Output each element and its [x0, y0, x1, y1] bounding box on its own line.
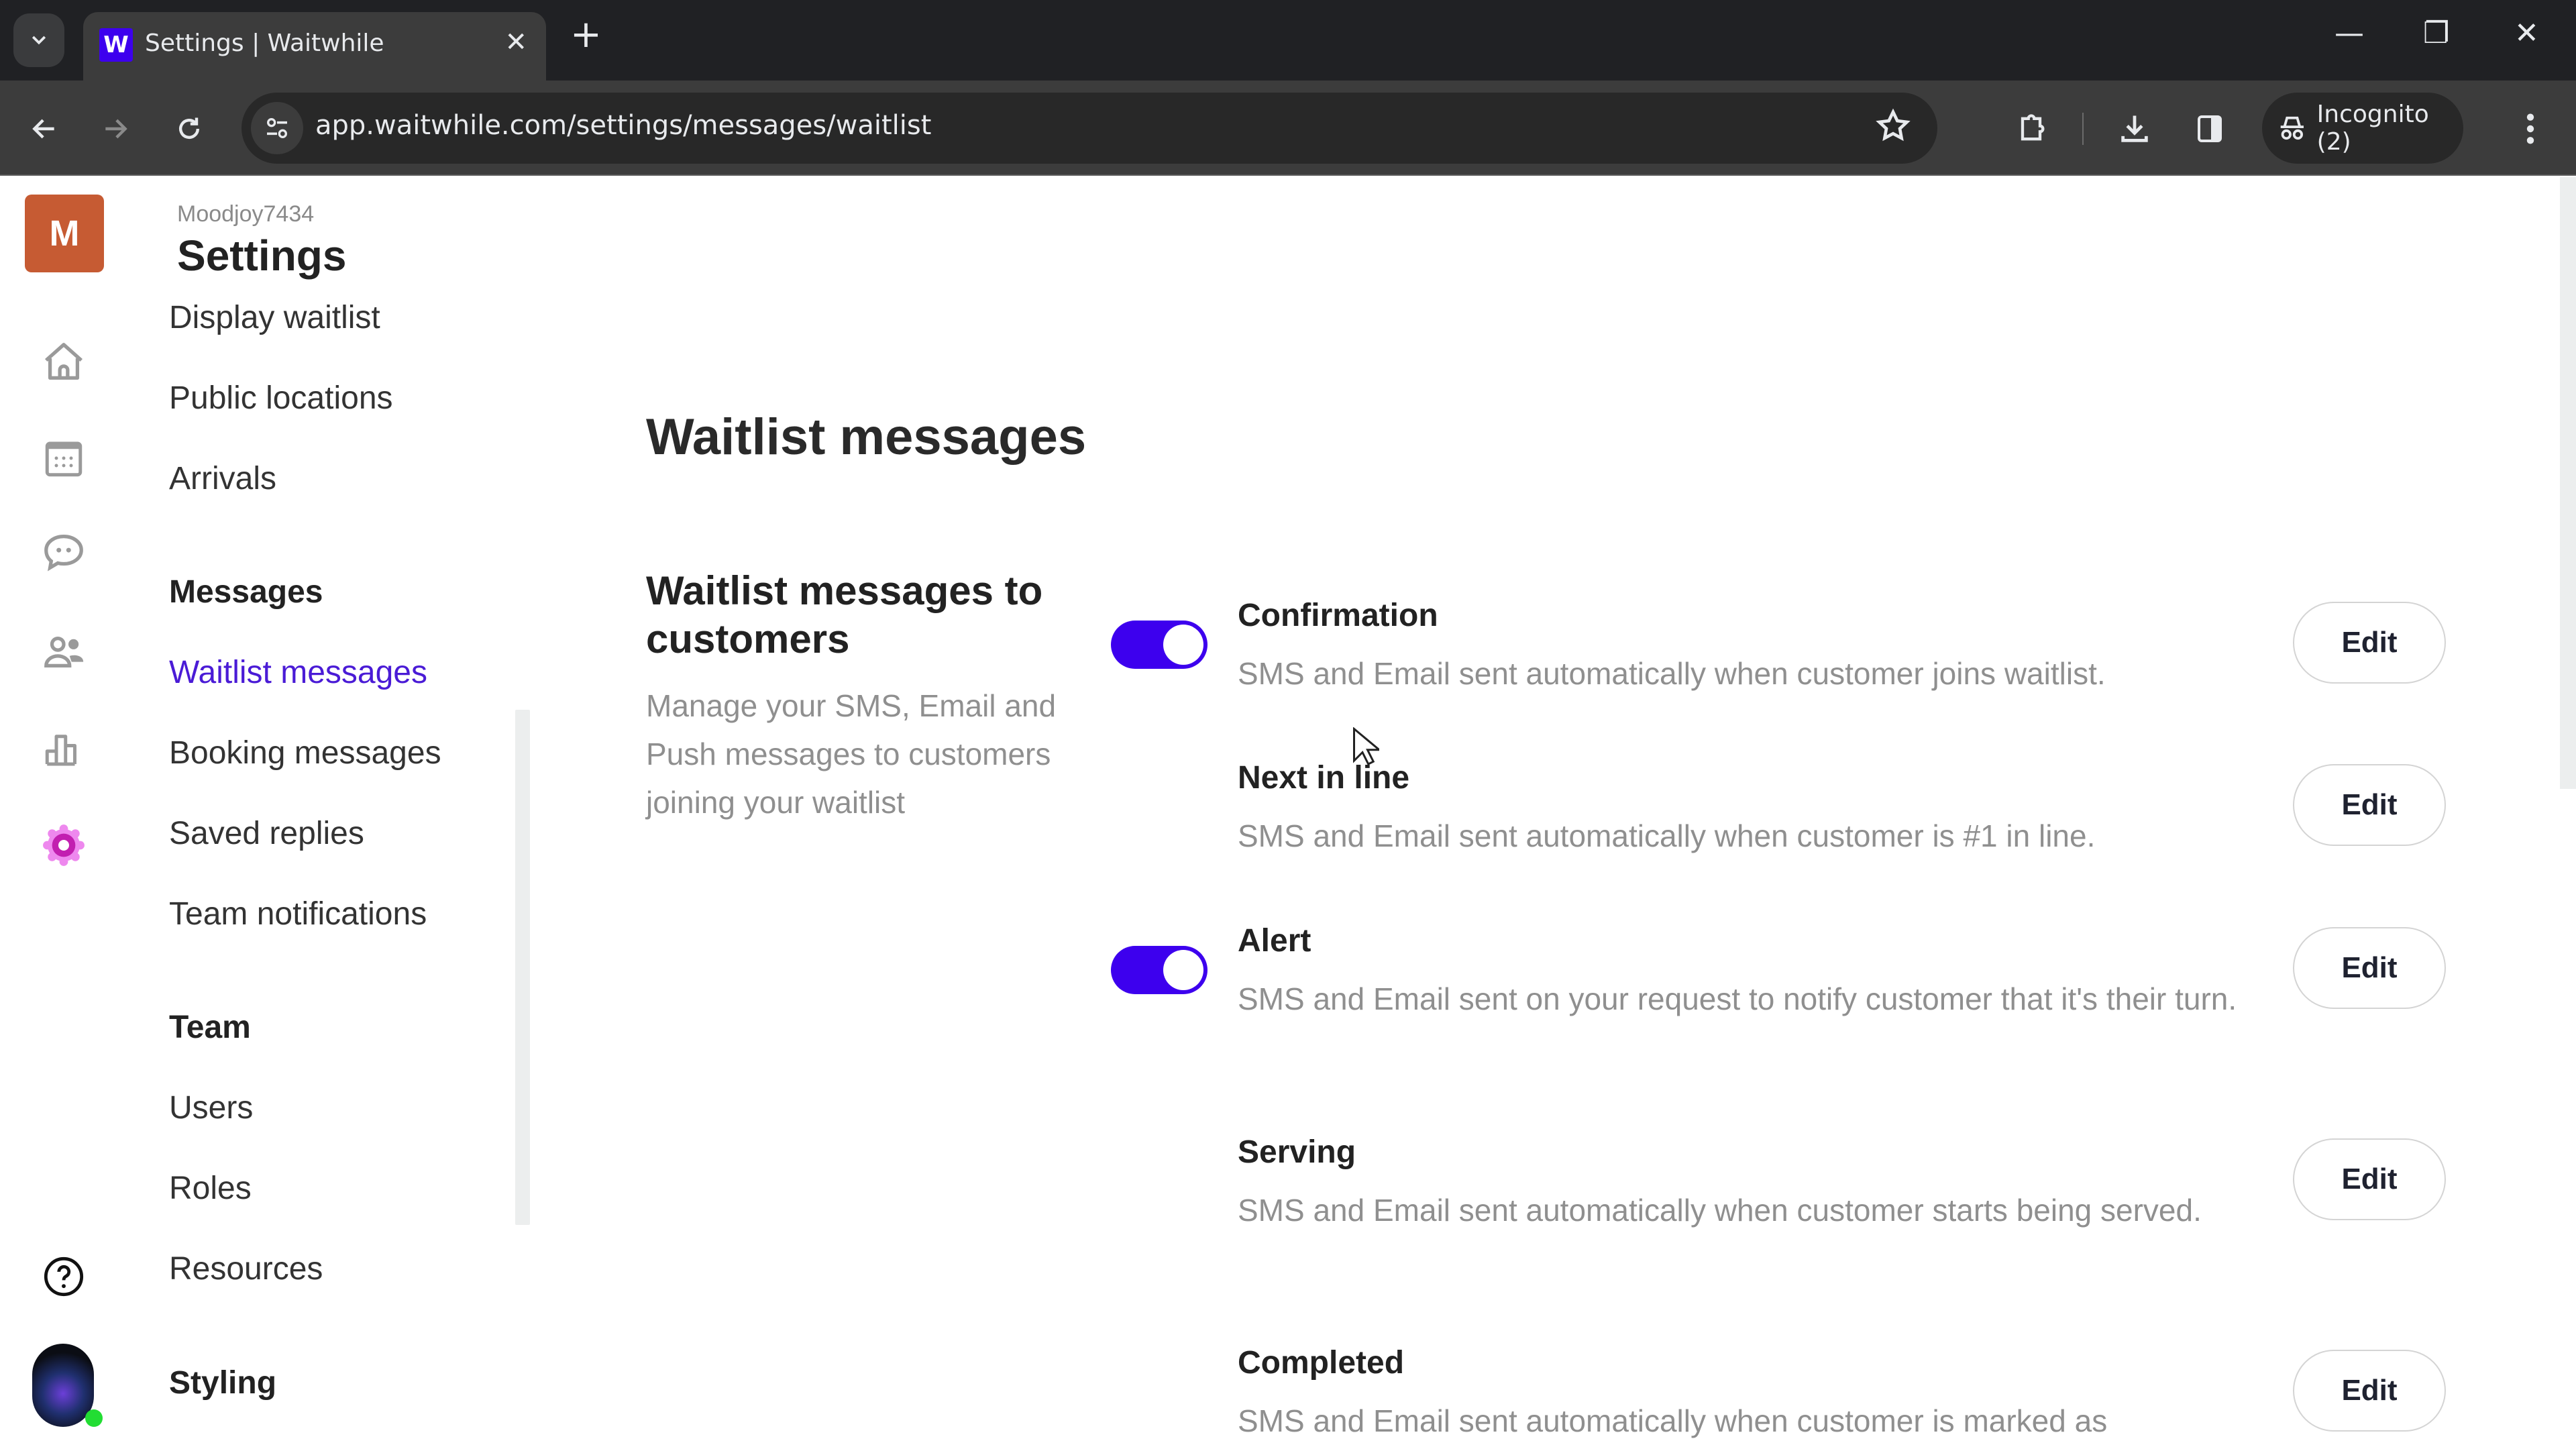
browser-tab-strip: W Settings | Waitwhile ✕ + — ❐ ✕: [0, 0, 2576, 80]
rail-settings-button[interactable]: [37, 818, 91, 872]
gear-icon: [43, 824, 85, 866]
new-tab-button[interactable]: +: [570, 16, 602, 54]
online-status-indicator: [85, 1409, 103, 1427]
tab-search-button[interactable]: [13, 13, 64, 67]
download-icon: [2121, 115, 2148, 142]
star-icon: [1876, 108, 1911, 142]
toolbar-separator: [2082, 113, 2084, 145]
downloads-button[interactable]: [2113, 107, 2156, 150]
kebab-menu-icon: [2526, 113, 2534, 144]
forward-button[interactable]: [94, 107, 137, 150]
message-title-completed: Completed: [1238, 1345, 1405, 1381]
nav-section-messages: Messages: [169, 574, 323, 610]
calendar-icon: [45, 441, 83, 477]
users-icon: [44, 636, 84, 668]
url-text[interactable]: app.waitwhile.com/settings/messages/wait…: [315, 110, 931, 141]
message-description-next-in-line: SMS and Email sent automatically when cu…: [1238, 818, 2096, 853]
help-icon: [44, 1256, 84, 1297]
mouse-cursor-icon: [1353, 727, 1379, 766]
chevron-down-icon: [32, 36, 46, 45]
bookmark-button[interactable]: [1874, 107, 1912, 148]
side-panel-icon: [2198, 115, 2222, 142]
settings-title: Settings: [177, 231, 347, 280]
incognito-icon: [2280, 116, 2304, 140]
puzzle-icon: [2021, 114, 2045, 141]
message-title-next-in-line: Next in line: [1238, 760, 1410, 796]
nav-section-styling[interactable]: Styling: [169, 1364, 276, 1401]
confirmation-toggle[interactable]: [1111, 621, 1208, 669]
rail-customers-button[interactable]: [37, 625, 91, 679]
alert-toggle[interactable]: [1111, 946, 1208, 994]
minimize-button[interactable]: —: [2334, 19, 2364, 48]
incognito-label: Incognito (2): [2316, 101, 2429, 156]
close-window-button[interactable]: ✕: [2514, 19, 2539, 48]
browser-toolbar: app.waitwhile.com/settings/messages/wait…: [0, 80, 2576, 176]
tab-title: Settings | Waitwhile: [145, 30, 384, 57]
edit-next-in-line-button[interactable]: Edit: [2293, 764, 2446, 846]
message-description-serving: SMS and Email sent automatically when cu…: [1238, 1193, 2202, 1228]
address-bar[interactable]: app.waitwhile.com/settings/messages/wait…: [241, 93, 1937, 164]
nav-team-notifications[interactable]: Team notifications: [169, 896, 427, 932]
message-title-alert: Alert: [1238, 923, 1311, 959]
home-icon: [45, 343, 83, 380]
close-tab-button[interactable]: ✕: [504, 27, 527, 58]
back-button[interactable]: [23, 107, 66, 150]
rail-analytics-button[interactable]: [37, 722, 91, 776]
organization-logo[interactable]: M: [25, 195, 104, 272]
nav-booking-messages[interactable]: Booking messages: [169, 735, 441, 771]
nav-section-team: Team: [169, 1010, 251, 1045]
rail-home-button[interactable]: [37, 335, 91, 389]
nav-saved-replies[interactable]: Saved replies: [169, 815, 364, 852]
nav-arrivals[interactable]: Arrivals: [169, 460, 276, 497]
page-scrollbar[interactable]: [2560, 177, 2576, 789]
arrow-right-icon: [105, 119, 127, 139]
section-title: Waitlist messages to customers: [646, 568, 1043, 661]
nav-roles[interactable]: Roles: [169, 1170, 252, 1207]
rail-help-button[interactable]: [37, 1250, 91, 1303]
settings-nav-scrollbar[interactable]: [515, 710, 530, 1225]
waitwhile-favicon-icon: W: [99, 28, 133, 62]
message-description-alert: SMS and Email sent on your request to no…: [1238, 981, 2237, 1016]
message-description-confirmation: SMS and Email sent automatically when cu…: [1238, 656, 2106, 691]
message-title-confirmation: Confirmation: [1238, 598, 1438, 633]
page-title: Waitlist messages: [646, 409, 1087, 466]
extensions-button[interactable]: [2010, 107, 2053, 150]
toggle-knob: [1163, 950, 1203, 990]
bar-chart-icon: [45, 735, 76, 766]
site-info-button[interactable]: [251, 102, 303, 154]
rail-calendar-button[interactable]: [37, 431, 91, 485]
rail-messages-button[interactable]: [37, 525, 91, 579]
incognito-indicator[interactable]: Incognito (2): [2262, 93, 2463, 164]
organization-name: Moodjoy7434: [177, 201, 315, 227]
nav-waitlist-messages[interactable]: Waitlist messages: [169, 654, 427, 691]
nav-users[interactable]: Users: [169, 1089, 253, 1126]
message-title-serving: Serving: [1238, 1134, 1356, 1170]
section-description: Manage your SMS, Email and Push messages…: [646, 688, 1057, 820]
chat-icon: [44, 535, 83, 572]
nav-resources[interactable]: Resources: [169, 1250, 323, 1287]
edit-alert-button[interactable]: Edit: [2293, 927, 2446, 1009]
arrow-left-icon: [32, 119, 54, 139]
nav-display-waitlist[interactable]: Display waitlist: [169, 299, 380, 336]
restore-button[interactable]: ❐: [2423, 19, 2449, 48]
nav-public-locations[interactable]: Public locations: [169, 380, 393, 417]
edit-confirmation-button[interactable]: Edit: [2293, 602, 2446, 684]
edit-serving-button[interactable]: Edit: [2293, 1138, 2446, 1220]
user-avatar[interactable]: [32, 1344, 94, 1427]
message-description-completed: SMS and Email sent automatically when cu…: [1238, 1403, 2108, 1438]
toggle-knob: [1163, 625, 1203, 665]
edit-completed-button[interactable]: Edit: [2293, 1350, 2446, 1432]
browser-menu-button[interactable]: [2509, 107, 2552, 150]
reload-button[interactable]: [168, 107, 211, 150]
browser-tab-active[interactable]: W Settings | Waitwhile ✕: [83, 12, 546, 80]
side-panel-button[interactable]: [2188, 107, 2231, 150]
reload-icon: [178, 117, 200, 140]
tune-icon: [267, 118, 287, 138]
